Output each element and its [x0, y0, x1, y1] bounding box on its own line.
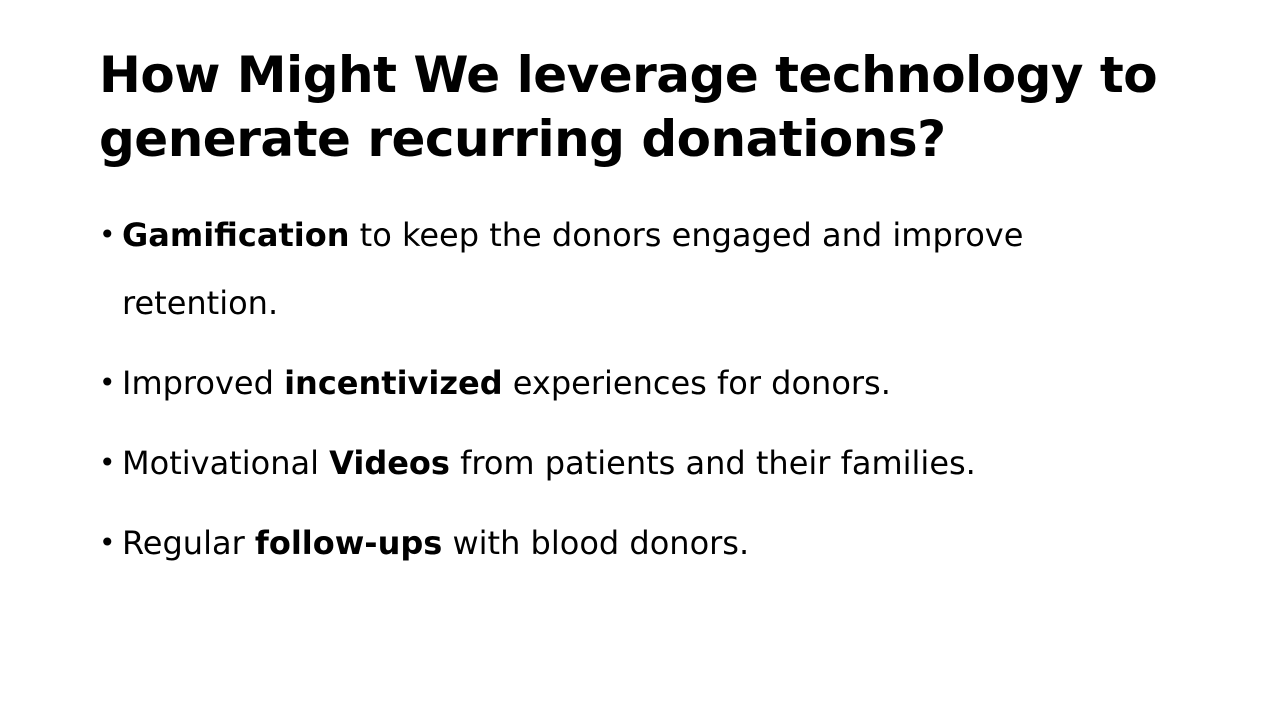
bullet-post: from patients and their families. — [449, 444, 976, 482]
slide-title-line-2: generate recurring donations? — [99, 110, 946, 168]
bullet-item-gamification: • Gamification to keep the donors engage… — [99, 201, 1099, 337]
bullet-text: Regular follow-ups with blood donors. — [122, 524, 749, 562]
bullet-item-incentivized: • Improved incentivized experiences for … — [99, 349, 1099, 417]
bullet-keyword: Gamification — [122, 216, 350, 254]
bullet-text: Improved incentivized experiences for do… — [122, 364, 891, 402]
bullet-text: Motivational Videos from patients and th… — [122, 444, 976, 482]
bullet-keyword: follow-ups — [254, 524, 443, 562]
bullet-post: experiences for donors. — [502, 364, 891, 402]
bullet-pre: Improved — [122, 364, 285, 402]
bullet-dot-icon: • — [99, 218, 116, 251]
bullet-post: with blood donors. — [442, 524, 750, 562]
slide-title-line-1: How Might We leverage technology to — [99, 46, 1158, 104]
bullet-pre: Regular — [122, 524, 255, 562]
slide-title: How Might We leverage technology to gene… — [99, 43, 1199, 171]
bullet-item-follow-ups: • Regular follow-ups with blood donors. — [99, 509, 1099, 577]
bullet-dot-icon: • — [99, 526, 116, 559]
bullet-keyword: incentivized — [284, 364, 503, 402]
slide: How Might We leverage technology to gene… — [0, 0, 1280, 720]
bullet-keyword: Videos — [329, 444, 450, 482]
bullet-text: Gamification to keep the donors engaged … — [122, 216, 1023, 322]
bullet-item-videos: • Motivational Videos from patients and … — [99, 429, 1099, 497]
bullet-dot-icon: • — [99, 366, 116, 399]
bullet-dot-icon: • — [99, 446, 116, 479]
bullet-pre: Motivational — [122, 444, 330, 482]
bullet-list: • Gamification to keep the donors engage… — [99, 201, 1099, 577]
